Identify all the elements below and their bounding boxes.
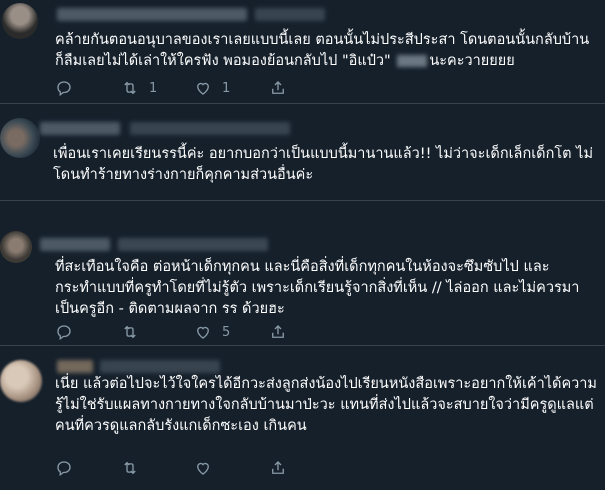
reply-icon — [57, 325, 71, 341]
avatar[interactable] — [2, 3, 38, 39]
retweet-icon — [124, 81, 136, 95]
retweet-button[interactable] — [121, 322, 149, 342]
share-icon — [272, 81, 284, 94]
reply-icon — [57, 461, 71, 477]
author-name-blurred — [40, 122, 120, 135]
share-button[interactable] — [269, 458, 287, 478]
like-button[interactable]: 5 — [194, 322, 230, 342]
retweet-button[interactable]: 1 — [121, 78, 157, 98]
share-icon — [272, 461, 284, 474]
like-icon — [197, 462, 209, 475]
tweet[interactable]: คล้ายกันตอนอนุบาลของเราเลยแบบนี้เลย ตอนน… — [0, 0, 605, 103]
share-button[interactable] — [269, 322, 287, 342]
like-icon — [197, 82, 209, 95]
avatar[interactable] — [0, 118, 40, 158]
retweet-icon — [124, 325, 136, 339]
retweet-icon — [124, 461, 136, 475]
like-button[interactable] — [194, 458, 222, 478]
tweet[interactable]: เพื่อนเราเคยเรียนรรนี้ค่ะ อยากบอกว่าเป็น… — [0, 104, 605, 200]
author-handle-blurred — [255, 8, 325, 21]
like-button[interactable]: 1 — [194, 78, 230, 98]
reply-button[interactable] — [55, 458, 83, 478]
reply-icon — [57, 81, 71, 97]
avatar[interactable] — [0, 231, 32, 263]
tweet[interactable]: เนี่ย แล้วต่อไปจะไว้ใจใครได้อีกวะส่งลูกส… — [0, 346, 605, 490]
censored-word — [397, 55, 428, 67]
like-icon — [197, 326, 209, 339]
share-icon — [272, 325, 284, 338]
tweet-text: คล้ายกันตอนอนุบาลของเราเลยแบบนี้เลย ตอนน… — [55, 32, 590, 69]
avatar[interactable] — [0, 360, 42, 402]
author-name-blurred — [40, 238, 110, 251]
reply-button[interactable] — [55, 78, 83, 98]
author-handle-blurred — [130, 122, 290, 135]
tweet[interactable]: ที่สะเทือนใจคือ ต่อหน้าเด็กทุกคน และนี่ค… — [0, 201, 605, 345]
author-handle-blurred — [118, 238, 268, 251]
tweet-text: เพื่อนเราเคยเรียนรรนี้ค่ะ อยากบอกว่าเป็น… — [53, 146, 594, 183]
share-button[interactable] — [269, 78, 287, 98]
author-handle-blurred — [100, 360, 220, 373]
tweet-text: เนี่ย แล้วต่อไปจะไว้ใจใครได้อีกวะส่งลูกส… — [55, 376, 597, 434]
retweet-button[interactable] — [121, 458, 149, 478]
reply-button[interactable] — [55, 322, 83, 342]
tweet-text: ที่สะเทือนใจคือ ต่อหน้าเด็กทุกคน และนี่ค… — [55, 259, 580, 317]
author-name-blurred — [57, 360, 93, 373]
author-name-blurred — [57, 8, 247, 21]
